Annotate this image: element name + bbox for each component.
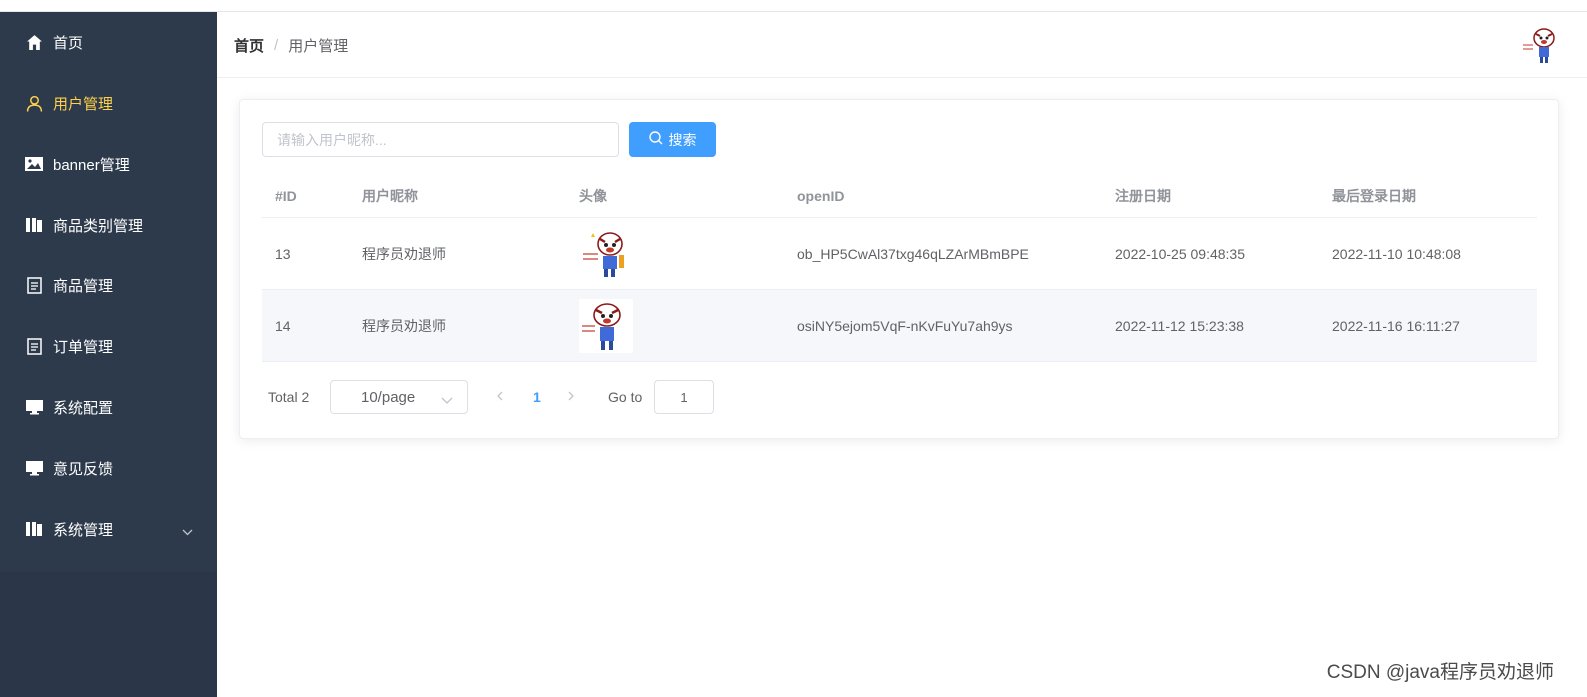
sidebar-item-label: 首页 bbox=[53, 34, 84, 52]
search-icon bbox=[648, 131, 669, 148]
search-input[interactable] bbox=[262, 122, 619, 157]
column-header-last-login: 最后登录日期 bbox=[1332, 187, 1416, 204]
document-icon bbox=[25, 337, 43, 355]
sidebar-item-label: 系统管理 bbox=[53, 521, 114, 539]
breadcrumb-separator: / bbox=[274, 37, 279, 54]
cell-last-login: 2022-11-10 10:48:08 bbox=[1332, 245, 1461, 262]
next-page-button[interactable] bbox=[567, 389, 575, 406]
sidebar-item-label: 系统配置 bbox=[53, 399, 114, 417]
breadcrumb: 首页 / 用户管理 bbox=[234, 35, 348, 56]
search-button[interactable]: 搜索 bbox=[629, 122, 716, 157]
sidebar-item-user-management[interactable]: 用户管理 bbox=[0, 75, 217, 131]
top-bar bbox=[0, 0, 1587, 12]
column-header-avatar: 头像 bbox=[579, 187, 607, 204]
monitor-icon bbox=[25, 459, 43, 477]
breadcrumb-home[interactable]: 首页 bbox=[234, 35, 264, 56]
sidebar-item-system-management[interactable]: 系统管理 bbox=[0, 501, 217, 557]
sidebar-item-label: 订单管理 bbox=[53, 338, 114, 356]
breadcrumb-current: 用户管理 bbox=[288, 38, 349, 55]
pagination: Total 2 10/page 1 Go to bbox=[262, 380, 714, 414]
cell-register-date: 2022-10-25 09:48:35 bbox=[1115, 245, 1245, 262]
table-row[interactable]: 14 程序员劝退师 osiNY5ejom5VqF-nKvFuYu7ah9ys 2 bbox=[262, 290, 1537, 362]
cell-avatar bbox=[579, 290, 633, 361]
pagination-total: Total 2 bbox=[268, 389, 310, 405]
cell-register-date: 2022-11-12 15:23:38 bbox=[1115, 317, 1244, 334]
sidebar-item-product[interactable]: 商品管理 bbox=[0, 257, 217, 313]
cell-id: 13 bbox=[275, 245, 291, 262]
document-icon bbox=[25, 276, 43, 294]
prev-page-button[interactable] bbox=[496, 389, 504, 406]
user-avatar[interactable] bbox=[1519, 25, 1559, 65]
sidebar-item-order[interactable]: 订单管理 bbox=[0, 318, 217, 374]
cell-openid: osiNY5ejom5VqF-nKvFuYu7ah9ys bbox=[797, 317, 1013, 334]
column-header-nickname: 用户昵称 bbox=[362, 187, 418, 204]
user-icon bbox=[25, 94, 43, 112]
goto-page-input[interactable] bbox=[654, 380, 714, 414]
page-size-value: 10/page bbox=[361, 388, 416, 406]
avatar bbox=[579, 226, 633, 281]
cell-id: 14 bbox=[275, 317, 291, 334]
table-header: #ID 用户昵称 头像 openID 注册日期 最后登录日期 bbox=[262, 174, 1537, 218]
home-icon bbox=[25, 33, 43, 51]
category-icon bbox=[25, 216, 43, 234]
page-number[interactable]: 1 bbox=[533, 380, 545, 414]
sidebar-item-label: 商品类别管理 bbox=[53, 217, 144, 235]
sidebar-item-label: banner管理 bbox=[53, 156, 130, 174]
cell-last-login: 2022-11-16 16:11:27 bbox=[1332, 317, 1460, 334]
table-row[interactable]: 13 程序员劝退师 ob_HP5CwAl37txg46qLZArMBmBPE 2… bbox=[262, 218, 1537, 290]
column-header-id: #ID bbox=[275, 187, 297, 204]
sidebar-item-label: 意见反馈 bbox=[53, 460, 114, 478]
sidebar-item-feedback[interactable]: 意见反馈 bbox=[0, 440, 217, 496]
chevron-down-icon bbox=[441, 392, 453, 409]
cell-avatar bbox=[579, 218, 633, 289]
user-table: #ID 用户昵称 头像 openID 注册日期 最后登录日期 13 程序员劝退师 bbox=[262, 174, 1537, 362]
monitor-icon bbox=[25, 398, 43, 416]
sidebar-item-home[interactable]: 首页 bbox=[0, 14, 217, 70]
search-button-label: 搜索 bbox=[668, 131, 697, 148]
column-header-register-date: 注册日期 bbox=[1115, 187, 1171, 204]
column-header-openid: openID bbox=[797, 187, 845, 204]
header: 首页 / 用户管理 bbox=[217, 12, 1587, 78]
sidebar-empty-area bbox=[0, 572, 217, 697]
category-icon bbox=[25, 520, 43, 538]
sidebar-item-label: 用户管理 bbox=[53, 95, 114, 113]
chevron-down-icon[interactable] bbox=[182, 523, 193, 540]
cell-openid: ob_HP5CwAl37txg46qLZArMBmBPE bbox=[797, 245, 1029, 262]
avatar bbox=[579, 298, 633, 353]
sidebar: 首页 用户管理 banner管理 商品类别管理 商品管理 订单管理 系统配置 意… bbox=[0, 12, 217, 697]
goto-label: Go to bbox=[608, 389, 643, 405]
cell-nickname: 程序员劝退师 bbox=[362, 317, 446, 334]
sidebar-item-system-config[interactable]: 系统配置 bbox=[0, 379, 217, 435]
page-size-select[interactable]: 10/page bbox=[330, 380, 468, 414]
sidebar-item-banner[interactable]: banner管理 bbox=[0, 136, 217, 192]
sidebar-item-category[interactable]: 商品类别管理 bbox=[0, 197, 217, 253]
watermark: CSDN @java程序员劝退师 bbox=[1326, 662, 1554, 683]
cell-nickname: 程序员劝退师 bbox=[362, 245, 446, 262]
picture-icon bbox=[25, 155, 43, 173]
sidebar-item-label: 商品管理 bbox=[53, 277, 114, 295]
user-list-card: 搜索 #ID 用户昵称 头像 openID 注册日期 最后登录日期 13 程序员… bbox=[239, 99, 1559, 439]
